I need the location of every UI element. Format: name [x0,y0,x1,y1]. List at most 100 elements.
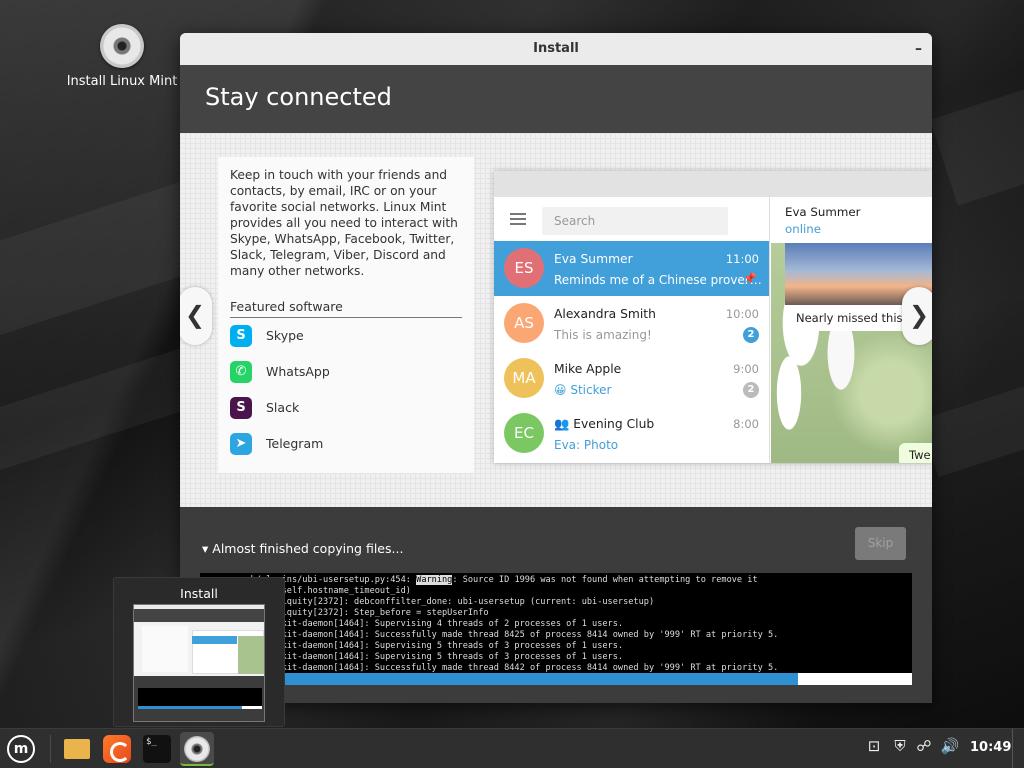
unread-badge: 2 [743,382,759,398]
featured-software-name: Skype [266,328,304,343]
preview-thumbnail [133,604,265,722]
skip-button[interactable]: Skip [855,527,906,560]
update-manager-icon[interactable]: ⊡ [864,737,884,755]
chat-background: Nearly missed this s Twe [771,243,932,463]
page-title: Stay connected [205,83,392,111]
whatsapp-icon: ✆ [230,361,252,383]
firefox-launcher[interactable] [100,732,134,766]
installer-disc-icon [184,736,210,762]
skype-icon: S [230,325,252,347]
desktop-icon-install-linux-mint[interactable]: Install Linux Mint [66,24,178,89]
folder-icon [64,739,90,759]
contact-name: Eva Summer [785,205,861,219]
disc-icon [100,24,144,68]
slide-header: Stay connected [180,65,932,133]
avatar: MA [504,358,544,398]
chat-time: 11:00 [725,252,759,266]
chat-name: Alexandra Smith [554,307,656,321]
chat-name-text: Mike Apple [554,362,622,376]
files-launcher[interactable] [60,732,94,766]
telegram-chat-item: EC 👥 Evening Club 8:00 Eva: Photo [494,406,769,461]
chat-name: 👥 Evening Club [554,417,654,432]
log-line: mint rtkit-daemon[1464]: Supervising 4 t… [204,619,624,629]
shield-icon[interactable]: ⛨ [890,737,910,755]
chat-time: 10:00 [725,307,759,321]
featured-software-item: ✆ WhatsApp [230,354,462,390]
log-line: mint rtkit-daemon[1464]: Successfully ma… [204,630,779,640]
log-line: ub/plugins/ubi-usersetup.py:454: Warning… [204,575,758,585]
avatar: AS [504,303,544,343]
message-bubble: Twe [899,443,932,463]
unread-badge: 2 [743,327,759,343]
telegram-search-field: Search [542,207,728,235]
chat-time: 9:00 [733,362,759,376]
telegram-chat-item: MA Mike Apple 9:00 😀 Sticker 2 [494,351,769,406]
clock[interactable]: 10:49 [970,740,1011,755]
featured-software-title: Featured software [230,299,462,318]
chat-name: Mike Apple [554,362,621,376]
chat-name-text: Alexandra Smith [554,307,656,321]
expander-triangle-icon: ▾ [202,541,209,556]
telegram-search-row: Search [494,197,769,241]
chat-preview: Eva: Photo [554,438,619,452]
chat-time: 8:00 [733,417,759,431]
progress-expander[interactable]: ▾ Almost finished copying files... [202,541,403,556]
featured-software-item: S Skype [230,318,462,354]
conversation-header: Eva Summer online [771,197,932,243]
chat-preview: Reminds me of a Chinese prover… [554,273,762,287]
chat-preview: 😀 Sticker [554,383,612,397]
chat-name-text: Eva Summer [554,252,633,266]
window-preview[interactable]: Install [113,577,285,727]
progress-bar [200,673,912,685]
volume-icon[interactable]: 🔊 [940,737,960,755]
progress-label: Almost finished copying files... [212,541,404,556]
linux-mint-logo-icon: m [7,735,35,763]
avatar: ES [504,248,544,288]
telegram-chats: ES Eva Summer 11:00 Reminds me of a Chinese… [494,241,769,461]
slack-icon: S [230,397,252,419]
chat-name-text: Evening Club [573,417,655,431]
firefox-icon [103,735,131,763]
log-line: mint rtkit-daemon[1464]: Supervising 5 t… [204,652,624,662]
window-title: Install [533,41,579,56]
chat-name: Eva Summer [554,252,633,266]
install-log: ub/plugins/ubi-usersetup.py:454: Warning… [200,573,912,673]
minimize-button[interactable]: – [915,33,922,65]
telegram-chat-list: Search ES Eva Summer 11:00 Reminds me of a … [494,197,770,463]
preview-title: Install [180,586,218,601]
featured-software-list: S Skype ✆ WhatsApp S Slack ➤ Telegram [230,318,462,462]
show-desktop-button[interactable] [1012,729,1024,768]
log-line: mint ubiquity[2372]: Step_before = stepU… [204,608,489,618]
log-line: move(self.hostname_timeout_id) [204,586,411,596]
slideshow: Keep in touch with your friends and cont… [180,133,932,507]
slide-description: Keep in touch with your friends and cont… [230,168,458,278]
taskbar: m $_ ⊡ ⛨ ☍ 🔊 10:49 [0,728,1024,768]
featured-software-item: S Slack [230,390,462,426]
telegram-screenshot: Search ES Eva Summer 11:00 Reminds me of a … [494,171,932,463]
log-line: mint rtkit-daemon[1464]: Supervising 5 t… [204,641,624,651]
log-line: mint rtkit-daemon[1464]: Successfully ma… [204,663,779,673]
group-icon: 👥 [554,417,574,431]
featured-software-name: Slack [266,400,300,415]
avatar: EC [504,413,544,453]
window-titlebar[interactable]: Install – [180,33,932,65]
terminal-icon: $_ [143,735,171,763]
slide-text-panel: Keep in touch with your friends and cont… [218,157,474,473]
featured-software-name: Telegram [266,436,324,451]
log-line: mint ubiquity[2372]: debconffilter_done:… [204,597,655,607]
progress-area: ▾ Almost finished copying files... Skip … [180,507,932,703]
installer-window: Install – Stay connected Keep in touch w… [180,33,932,703]
pin-icon: 📌 [743,272,757,285]
network-icon[interactable]: ☍ [914,737,934,755]
next-slide-button[interactable]: ❯ [902,287,932,345]
telegram-chat-item: ES Eva Summer 11:00 Reminds me of a Chinese… [494,241,769,296]
telegram-chat-item: AS Alexandra Smith 10:00 This is amazing! 2 [494,296,769,351]
terminal-launcher[interactable]: $_ [140,732,174,766]
chat-preview: This is amazing! [554,328,652,342]
featured-software-name: WhatsApp [266,364,330,379]
installer-taskbar-button[interactable] [180,732,214,766]
previous-slide-button[interactable]: ❮ [180,287,212,345]
menu-button[interactable]: m [4,732,38,766]
telegram-topbar [494,171,932,197]
contact-status: online [785,222,821,236]
